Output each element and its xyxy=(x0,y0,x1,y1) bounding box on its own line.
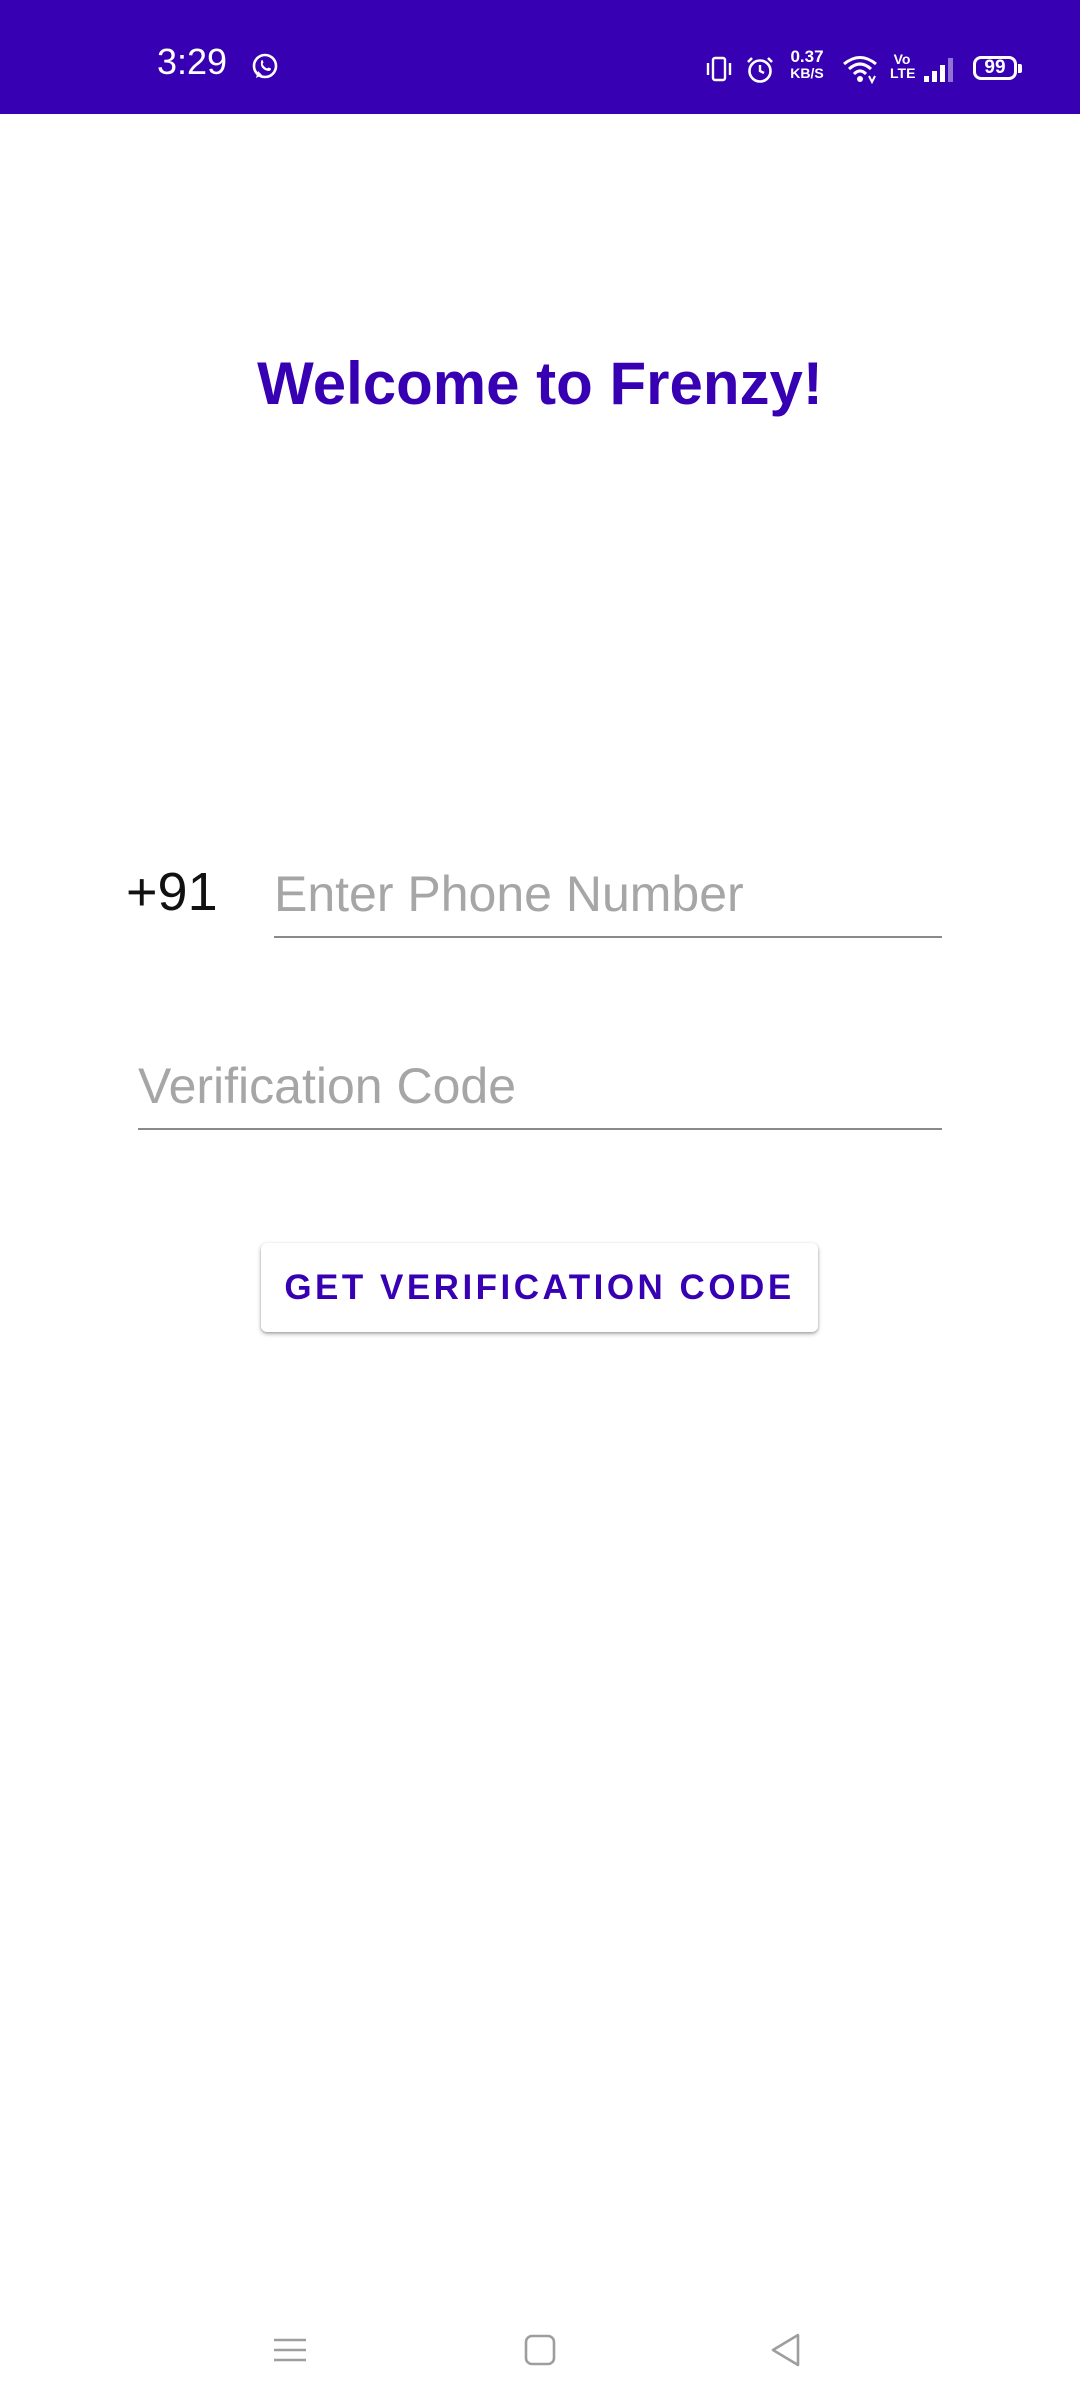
vibrate-icon xyxy=(706,56,732,82)
wifi-icon xyxy=(843,56,877,84)
battery-level: 99 xyxy=(984,57,1006,78)
network-speed: 0.37 KB/S xyxy=(782,48,832,82)
volte-line2: LTE xyxy=(890,65,916,81)
menu-icon xyxy=(274,2338,306,2362)
get-verification-code-button[interactable]: GET VERIFICATION CODE xyxy=(261,1243,818,1332)
network-speed-unit: KB/S xyxy=(790,65,824,81)
country-code: +91 xyxy=(126,862,218,922)
verification-code-input[interactable] xyxy=(138,1054,942,1130)
signal-icon xyxy=(924,58,953,82)
volte-line1: Vo xyxy=(893,51,911,67)
back-button[interactable] xyxy=(756,2320,816,2380)
system-navigation-bar xyxy=(0,2300,1080,2400)
battery-icon: 99 xyxy=(973,56,1022,80)
phone-number-input[interactable] xyxy=(274,862,942,938)
status-time: 3:29 xyxy=(157,41,228,82)
home-icon xyxy=(524,2334,556,2366)
status-bar: 3:29 0.37 KB/S Vo LTE 99 xyxy=(0,0,1080,114)
alarm-icon xyxy=(747,57,773,83)
back-icon xyxy=(771,2333,800,2367)
network-speed-value: 0.37 xyxy=(790,47,824,66)
volte-indicator: Vo LTE xyxy=(890,51,916,81)
recent-apps-button[interactable] xyxy=(260,2320,320,2380)
welcome-title: Welcome to Frenzy! xyxy=(257,350,823,417)
whatsapp-icon xyxy=(252,53,278,79)
login-screen: 3:29 0.37 KB/S Vo LTE 99 Welcome to Fren… xyxy=(0,0,1080,2400)
home-button[interactable] xyxy=(510,2320,570,2380)
